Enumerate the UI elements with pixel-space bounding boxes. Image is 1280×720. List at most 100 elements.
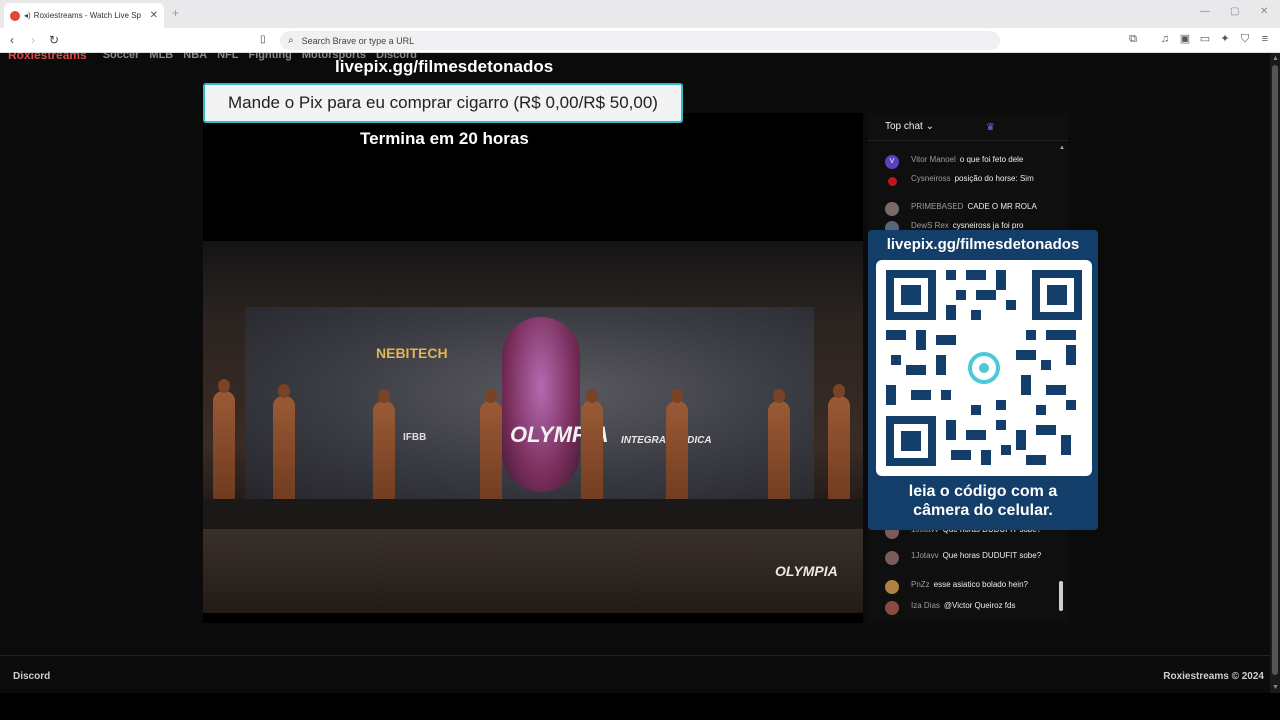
stage-backdrop-screen: NEBITECH IFBB OLYMPIA INTEGRALMEDICA (245, 307, 814, 499)
chat-message: PRIMEBASED CADE O MR ROLA (885, 202, 1055, 216)
chat-message: PnZz esse asiatico bolado hein? (885, 580, 1055, 594)
athlete-figure (213, 379, 235, 501)
page-scrollbar[interactable]: ▲ ▼ (1270, 53, 1280, 693)
avatar[interactable] (885, 601, 899, 615)
browser-tab[interactable]: ◂) Roxiestreams - Watch Live Sp ✕ (4, 3, 164, 28)
athlete-figure (666, 389, 688, 511)
chat-text: cysneiross ja foi pro (952, 221, 1024, 230)
reload-icon[interactable]: ↻ (49, 33, 59, 47)
scroll-down-icon[interactable]: ▼ (1272, 684, 1279, 691)
chat-text: o que foi feto dele (959, 155, 1024, 164)
bookmark-icon[interactable]: ▯ (260, 33, 266, 47)
stage-floor (203, 499, 863, 529)
chat-text: posição do horse: Sim (954, 174, 1034, 183)
athlete-figure (373, 389, 395, 511)
translate-icon[interactable]: ⧉ (1127, 33, 1139, 45)
footer-discord-link[interactable]: Discord (13, 671, 50, 682)
pix-goal-box: Mande o Pix para eu comprar cigarro (R$ … (203, 83, 683, 123)
search-icon: ⌕ (288, 35, 294, 46)
avatar[interactable] (885, 580, 899, 594)
backdrop-ifbb-text: IFBB (403, 432, 427, 443)
athlete-figure (828, 384, 850, 506)
qr-code-graphic (886, 270, 1082, 466)
avatar[interactable] (885, 202, 899, 216)
page-scrollbar-thumb[interactable] (1272, 65, 1278, 675)
window-bottom-strip (0, 693, 1280, 720)
pix-timer-text: Termina em 20 horas (360, 129, 529, 148)
footer-copyright: Roxiestreams © 2024 (1163, 671, 1264, 682)
qr-caption: leia o código com a câmera do celular. (868, 482, 1098, 520)
chat-scrollbar-thumb[interactable] (1059, 581, 1063, 611)
chat-author[interactable]: DewS Rex (911, 221, 949, 230)
pix-goal-text: Mande o Pix para eu comprar cigarro (R$ … (228, 93, 658, 112)
tab-close-icon[interactable]: ✕ (150, 10, 158, 21)
avatar[interactable] (885, 174, 899, 188)
sidebar-icon[interactable]: ▣ (1179, 33, 1191, 45)
nav-link-fighting[interactable]: Fighting (248, 53, 291, 61)
chat-mode-dropdown[interactable]: Top chat ⌄ (885, 121, 934, 132)
chat-text: esse asiatico bolado hein? (933, 580, 1028, 589)
pix-qr-overlay: livepix.gg/filmesdetonados leia o código… (868, 230, 1098, 530)
chat-author[interactable]: Iza Dias (911, 601, 940, 610)
athlete-figure (480, 389, 502, 511)
chat-text: @Victor Queiroz fds (943, 601, 1016, 610)
media-icon[interactable]: ♫ (1159, 33, 1171, 45)
window-minimize-button[interactable]: — (1200, 6, 1210, 17)
qr-code-image (876, 260, 1092, 476)
nav-link-mlb[interactable]: MLB (149, 53, 173, 61)
scroll-up-icon[interactable]: ▲ (1059, 145, 1065, 151)
audience (203, 529, 863, 613)
web-page: Roxiestreams Soccer MLB NBA NFL Fighting… (0, 53, 1270, 693)
site-favicon-icon (10, 10, 20, 21)
video-player[interactable]: NEBITECH IFBB OLYMPIA INTEGRALMEDICA OLY… (203, 113, 863, 623)
backdrop-brand-text: NEBITECH (376, 345, 448, 361)
chat-message: 1JotavvQue horas DUDUFIT sobe? (885, 551, 1055, 565)
window-maximize-button[interactable]: ▢ (1230, 6, 1239, 17)
athlete-figure (581, 389, 603, 511)
qr-caption-line-2: câmera do celular. (913, 502, 1053, 519)
olympia-emblem (502, 317, 580, 492)
new-tab-button[interactable]: + (172, 6, 179, 20)
athlete-figure (273, 384, 295, 506)
tab-title: Roxiestreams - Watch Live Sp (33, 11, 141, 20)
qr-caption-line-1: leia o código com a (908, 483, 1058, 500)
crown-icon[interactable]: ♛ (986, 122, 995, 133)
chat-message: Cysneiross posição do horse: Sim (885, 174, 1055, 188)
chat-author[interactable]: 1Jotavv (911, 551, 939, 560)
avatar[interactable]: V (885, 155, 899, 169)
address-bar[interactable]: ⌕ Search Brave or type a URL (280, 31, 1000, 50)
athlete-figure (768, 389, 790, 511)
chat-text: CADE O MR ROLA (967, 202, 1037, 211)
site-footer: Discord Roxiestreams © 2024 (0, 655, 1270, 693)
nav-link-nba[interactable]: NBA (183, 53, 207, 61)
chat-header: Top chat ⌄ ♛ (868, 113, 1068, 141)
chat-message: Iza Dias @Victor Queiroz fds (885, 601, 1055, 615)
site-logo[interactable]: Roxiestreams (8, 53, 87, 62)
chat-author[interactable]: Vitor Manoel (911, 155, 956, 164)
avatar[interactable] (885, 551, 899, 565)
address-placeholder: Search Brave or type a URL (301, 35, 415, 46)
chat-text: Que horas DUDUFIT sobe? (942, 551, 1042, 560)
leo-ai-icon[interactable]: ✦ (1219, 33, 1231, 45)
chat-author[interactable]: Cysneiross (911, 174, 951, 183)
back-icon[interactable]: ‹ (10, 33, 14, 47)
wallet-icon[interactable]: ▭ (1199, 33, 1211, 45)
browser-toolbar: ‹ › ↻ ▯ ⌕ Search Brave or type a URL ⧉ ♫… (0, 28, 1280, 53)
nav-link-soccer[interactable]: Soccer (103, 53, 140, 61)
audio-playing-icon[interactable]: ◂) (24, 11, 31, 20)
shield-icon[interactable]: ⛉ (1239, 33, 1251, 45)
chevron-down-icon: ⌄ (925, 121, 934, 132)
chat-author[interactable]: PnZz (911, 580, 930, 589)
window-close-button[interactable]: ✕ (1260, 6, 1268, 17)
avatar-dot (887, 176, 897, 186)
chat-title: Top chat (885, 121, 923, 132)
forward-icon[interactable]: › (31, 33, 35, 47)
menu-icon[interactable]: ≡ (1259, 33, 1271, 45)
scroll-up-icon[interactable]: ▲ (1272, 55, 1279, 62)
chat-message: V Vitor Manoel o que foi feto dele (885, 155, 1055, 169)
browser-tab-bar: ◂) Roxiestreams - Watch Live Sp ✕ + — ▢ … (0, 0, 1280, 28)
video-watermark: OLYMPIA (775, 563, 838, 579)
stage-scene: NEBITECH IFBB OLYMPIA INTEGRALMEDICA (203, 241, 863, 613)
chat-author[interactable]: PRIMEBASED (911, 202, 963, 211)
nav-link-nfl[interactable]: NFL (217, 53, 238, 61)
